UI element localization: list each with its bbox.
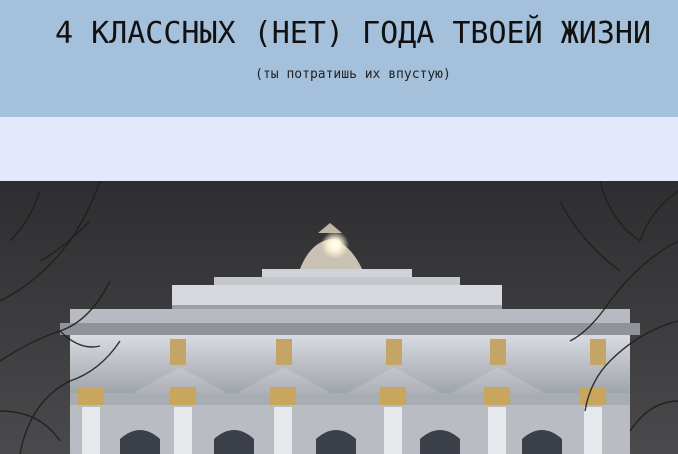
header: 4 КЛАССНЫХ (НЕТ) ГОДА ТВОЕЙ ЖИЗНИ (ты по… [0,0,678,117]
page-title: 4 КЛАССНЫХ (НЕТ) ГОДА ТВОЕЙ ЖИЗНИ [54,16,652,51]
page-subtitle: (ты потратишь их впустую) [255,67,451,82]
blank-band [0,117,678,181]
building-photo [0,181,678,454]
building-facade-photo-icon [0,181,678,454]
